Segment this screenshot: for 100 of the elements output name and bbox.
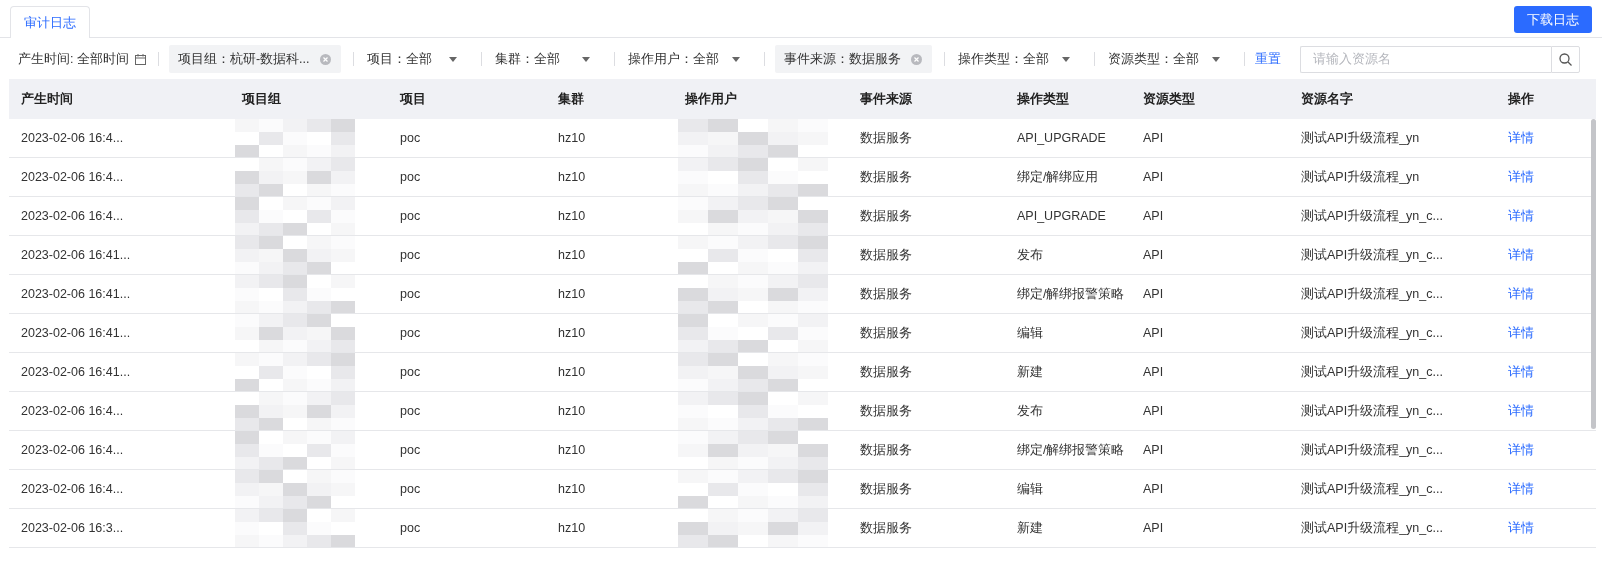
- table-cell: 测试API升级流程_yn_c...: [1301, 402, 1443, 420]
- table-cell: poc: [400, 170, 421, 184]
- search-field[interactable]: 请输入资源名: [1300, 45, 1551, 73]
- table-cell: 测试API升级流程_yn_c...: [1301, 480, 1443, 498]
- table-cell: 2023-02-06 16:4...: [21, 482, 124, 496]
- column-header: 资源类型: [1142, 90, 1196, 108]
- table-cell: hz10: [558, 521, 586, 535]
- table-cell: API: [1143, 326, 1164, 340]
- table-cell: 新建: [1017, 363, 1043, 381]
- filter-select[interactable]: 项目：全部: [363, 45, 469, 73]
- caret-icon: [448, 56, 457, 62]
- table-cell: API: [1143, 404, 1164, 418]
- table-cell: 测试API升级流程_yn_c...: [1301, 324, 1443, 342]
- search-button[interactable]: [1551, 45, 1580, 73]
- table-cell: 2023-02-06 16:3...: [21, 521, 124, 535]
- details-link[interactable]: 详情: [1508, 402, 1534, 420]
- scrollbar[interactable]: [1591, 119, 1596, 429]
- table-cell: hz10: [558, 482, 586, 496]
- filter-select[interactable]: 集群：全部: [491, 45, 602, 73]
- column-header: 项目组: [241, 90, 282, 108]
- details-link[interactable]: 详情: [1508, 519, 1534, 537]
- table-cell: 数据服务: [860, 441, 912, 459]
- table-cell: 测试API升级流程_yn: [1301, 168, 1420, 186]
- column-header: 资源名字: [1300, 90, 1354, 108]
- table-cell: poc: [400, 482, 421, 496]
- table-cell: 2023-02-06 16:4...: [21, 443, 124, 457]
- table-cell: 绑定/解绑应用: [1017, 168, 1099, 186]
- table-cell: 发布: [1017, 402, 1043, 420]
- table-cell: API: [1143, 443, 1164, 457]
- table-cell: 2023-02-06 16:41...: [21, 287, 131, 301]
- table-cell: hz10: [558, 404, 586, 418]
- download-button[interactable]: 下载日志: [1514, 6, 1592, 33]
- filter-tag[interactable]: 项目组：杭研-数据科...: [168, 45, 341, 73]
- table-cell: hz10: [558, 443, 586, 457]
- caret-icon: [581, 56, 590, 62]
- table-cell: 数据服务: [860, 168, 912, 186]
- table-cell: 数据服务: [860, 480, 912, 498]
- table-cell: poc: [400, 404, 421, 418]
- caret-icon: [731, 56, 740, 62]
- table-cell: 2023-02-06 16:4...: [21, 404, 124, 418]
- table-cell: API: [1143, 248, 1164, 262]
- table-cell: 数据服务: [860, 207, 912, 225]
- details-link[interactable]: 详情: [1508, 441, 1534, 459]
- table-cell: 绑定/解绑报警策略: [1017, 441, 1125, 459]
- column-header: 事件来源: [859, 90, 913, 108]
- details-link[interactable]: 详情: [1508, 285, 1534, 303]
- table-cell: 测试API升级流程_yn_c...: [1301, 207, 1443, 225]
- table-cell: poc: [400, 131, 421, 145]
- table-cell: 编辑: [1017, 480, 1043, 498]
- search-icon: [1559, 52, 1572, 66]
- table-cell: hz10: [558, 170, 586, 184]
- table-cell: poc: [400, 209, 421, 223]
- column-header: 操作: [1507, 90, 1535, 108]
- table-cell: 绑定/解绑报警策略: [1017, 285, 1125, 303]
- table-cell: 编辑: [1017, 324, 1043, 342]
- table-cell: 测试API升级流程_yn_c...: [1301, 285, 1443, 303]
- table-cell: 2023-02-06 16:41...: [21, 365, 131, 379]
- table-cell: hz10: [558, 248, 586, 262]
- table-cell: 数据服务: [860, 519, 912, 537]
- table-cell: 数据服务: [860, 246, 912, 264]
- details-link[interactable]: 详情: [1508, 246, 1534, 264]
- table-cell: 测试API升级流程_yn_c...: [1301, 246, 1443, 264]
- filter-select[interactable]: 操作类型：全部: [954, 45, 1082, 73]
- clear-icon[interactable]: [319, 53, 331, 65]
- column-header: 集群: [557, 90, 585, 108]
- table-cell: API: [1143, 521, 1164, 535]
- table-cell: API: [1143, 482, 1164, 496]
- filter-label: 项目：全部: [366, 50, 432, 68]
- table-cell: API_UPGRADE: [1017, 131, 1106, 145]
- table-cell: API: [1143, 131, 1164, 145]
- caret-icon: [1211, 56, 1220, 62]
- filter-select[interactable]: 资源类型：全部: [1104, 45, 1232, 73]
- clear-icon[interactable]: [910, 53, 922, 65]
- table-cell: 数据服务: [860, 402, 912, 420]
- filter-select[interactable]: 操作用户：全部: [624, 45, 752, 73]
- table-cell: 2023-02-06 16:41...: [21, 326, 131, 340]
- details-link[interactable]: 详情: [1508, 129, 1534, 147]
- reset-link[interactable]: 重置: [1254, 50, 1281, 68]
- table-cell: 2023-02-06 16:4...: [21, 170, 124, 184]
- table-cell: 数据服务: [860, 363, 912, 381]
- table-cell: 2023-02-06 16:4...: [21, 131, 124, 145]
- column-header: 操作类型: [1016, 90, 1070, 108]
- filter-tag[interactable]: 事件来源：数据服务: [774, 45, 932, 73]
- table-cell: 测试API升级流程_yn_c...: [1301, 519, 1443, 537]
- details-link[interactable]: 详情: [1508, 363, 1534, 381]
- caret-icon: [1061, 56, 1070, 62]
- table-cell: hz10: [558, 365, 586, 379]
- table-cell: 测试API升级流程_yn_c...: [1301, 363, 1443, 381]
- tab[interactable]: 审计日志: [10, 6, 90, 38]
- table-cell: 数据服务: [860, 129, 912, 147]
- details-link[interactable]: 详情: [1508, 168, 1534, 186]
- filter-label: 资源类型：全部: [1107, 50, 1199, 68]
- details-link[interactable]: 详情: [1508, 324, 1534, 342]
- table-cell: 测试API升级流程_yn: [1301, 129, 1420, 147]
- column-header: 操作用户: [684, 90, 738, 108]
- filter-label: 事件来源：数据服务: [783, 50, 901, 68]
- details-link[interactable]: 详情: [1508, 480, 1534, 498]
- table-cell: 数据服务: [860, 324, 912, 342]
- details-link[interactable]: 详情: [1508, 207, 1534, 225]
- table-cell: API: [1143, 170, 1164, 184]
